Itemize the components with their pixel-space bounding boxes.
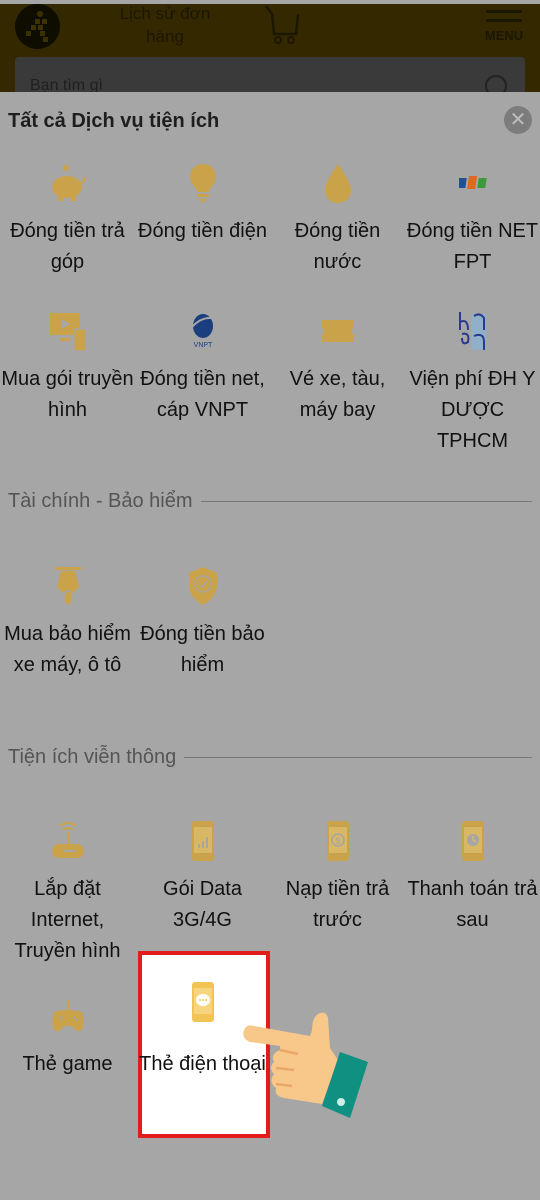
service-label: Mua bảo hiểm xe máy, ô tô: [4, 623, 131, 676]
divider: [184, 757, 532, 758]
service-item[interactable]: Lắp đặt Internet, Truyền hình: [0, 810, 135, 967]
pointing-hand-icon: [240, 1010, 370, 1135]
service-item[interactable]: Vé xe, tàu, máy bay: [270, 300, 405, 426]
service-label: Đóng tiền bảo hiểm: [140, 623, 265, 676]
service-label: Đóng tiền net, cáp VNPT: [140, 368, 265, 421]
service-item[interactable]: Đóng tiền bảo hiểm: [135, 555, 270, 681]
water-drop-icon: [270, 152, 405, 214]
service-label: Nạp tiền trả trước: [285, 878, 390, 931]
service-item[interactable]: Đóng tiền nước: [270, 152, 405, 278]
lightbulb-icon: [135, 152, 270, 214]
cart-icon[interactable]: [262, 4, 302, 49]
service-item[interactable]: Mua bảo hiểm xe máy, ô tô: [0, 555, 135, 681]
service-label: Mua gói truyền hình: [1, 368, 134, 421]
svg-text:VNPT: VNPT: [193, 342, 212, 349]
order-history-link[interactable]: Lịch sử đơn hàng: [110, 2, 220, 48]
service-item[interactable]: Mua gói truyền hình: [0, 300, 135, 426]
service-item[interactable]: Đóng tiền điện: [135, 152, 270, 247]
ticket-icon: [270, 300, 405, 362]
service-label: Đóng tiền nước: [294, 220, 381, 273]
divider: [200, 501, 532, 502]
motorbike-icon: [0, 555, 135, 617]
vnpt-logo-icon: VNPT: [135, 300, 270, 362]
section-header-finance: Tài chính - Bảo hiểm: [8, 490, 532, 513]
service-item[interactable]: Gói Data 3G/4G: [135, 810, 270, 936]
service-label: Vé xe, tàu, máy bay: [289, 368, 386, 421]
svg-text:$: $: [335, 836, 340, 846]
service-item[interactable]: Thanh toán trả sau: [405, 810, 540, 936]
service-label: Đóng tiền NET FPT: [406, 220, 539, 273]
service-item[interactable]: VNPT Đóng tiền net, cáp VNPT: [135, 300, 270, 426]
service-item[interactable]: Đóng tiền trả góp: [0, 152, 135, 278]
service-item[interactable]: Thẻ game: [0, 985, 135, 1080]
section-title: Tiện ích viễn thông: [8, 746, 177, 768]
shield-check-icon: [135, 555, 270, 617]
panel-title: Tất cả Dịch vụ tiện ích: [8, 110, 220, 132]
service-label: Đóng tiền điện: [138, 220, 267, 242]
service-item[interactable]: Đóng tiền NET FPT: [405, 152, 540, 278]
service-label: Thẻ game: [22, 1053, 113, 1075]
service-label: Lắp đặt Internet, Truyền hình: [14, 878, 121, 962]
phone-clock-icon: [405, 810, 540, 872]
router-icon: [0, 810, 135, 872]
service-label: Gói Data 3G/4G: [163, 878, 242, 931]
service-label: Đóng tiền trả góp: [10, 220, 125, 273]
hamburger-icon-bar: [486, 19, 522, 22]
brand-logo[interactable]: [15, 4, 60, 49]
phone-signal-icon: [135, 810, 270, 872]
service-label: Viện phí ĐH Y DƯỢC TPHCM: [409, 368, 536, 452]
menu-label: MENU: [484, 28, 524, 43]
section-header-telecom: Tiện ích viễn thông: [8, 746, 532, 769]
gamepad-icon: [0, 985, 135, 1047]
hamburger-icon: [486, 10, 522, 13]
section-title: Tài chính - Bảo hiểm: [8, 490, 193, 512]
service-item[interactable]: $ Nạp tiền trả trước: [270, 810, 405, 936]
university-logo-icon: [405, 300, 540, 362]
app-header: Lịch sử đơn hàng MENU Bạn tìm gì: [0, 0, 540, 97]
piggy-bank-icon: [0, 152, 135, 214]
tv-device-icon: [0, 300, 135, 362]
search-bar[interactable]: Bạn tìm gì: [15, 57, 525, 97]
service-label: Thanh toán trả sau: [407, 878, 538, 931]
close-icon[interactable]: ✕: [504, 106, 532, 134]
fpt-logo-icon: [405, 152, 540, 214]
phone-dollar-icon: $: [270, 810, 405, 872]
service-item[interactable]: Viện phí ĐH Y DƯỢC TPHCM: [405, 300, 540, 457]
menu-button[interactable]: MENU: [484, 8, 524, 43]
